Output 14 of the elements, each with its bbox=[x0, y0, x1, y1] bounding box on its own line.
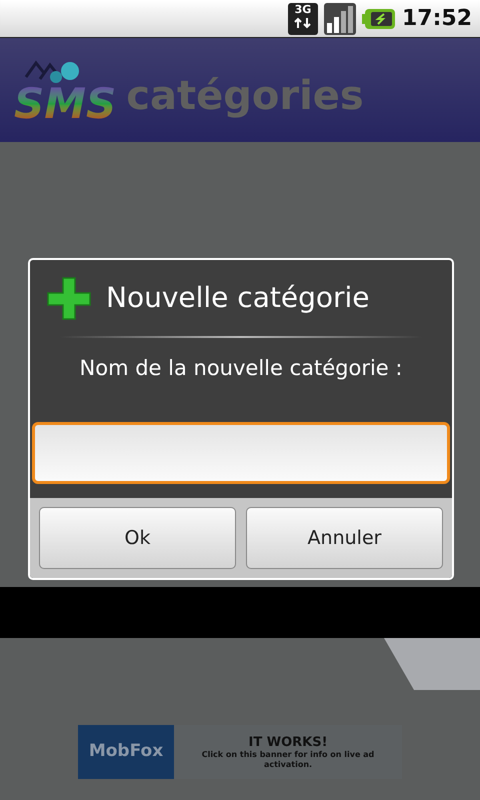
plus-icon bbox=[46, 276, 92, 320]
input-field[interactable] bbox=[32, 422, 450, 484]
ad-text: Click on this banner for info on live ad activation. bbox=[200, 750, 376, 770]
network-icon: 3G bbox=[288, 2, 318, 34]
signal-icon bbox=[324, 2, 356, 34]
ad-headline: IT WORKS! bbox=[248, 734, 328, 750]
clock: 17:52 bbox=[402, 5, 472, 33]
dialog-button[interactable]: Ok bbox=[39, 507, 236, 569]
dialog-message: Nom de la nouvelle catégorie : bbox=[80, 355, 402, 382]
ad-banner[interactable]: MobFox IT WORKS! Click on this banner for info on live ad activation. bbox=[78, 725, 402, 779]
battery-icon bbox=[362, 8, 396, 30]
dialog-button[interactable]: Annuler bbox=[246, 507, 443, 569]
dialog-title: Nouvelle catégorie bbox=[106, 280, 370, 316]
ad-brand: MobFox bbox=[88, 740, 164, 764]
